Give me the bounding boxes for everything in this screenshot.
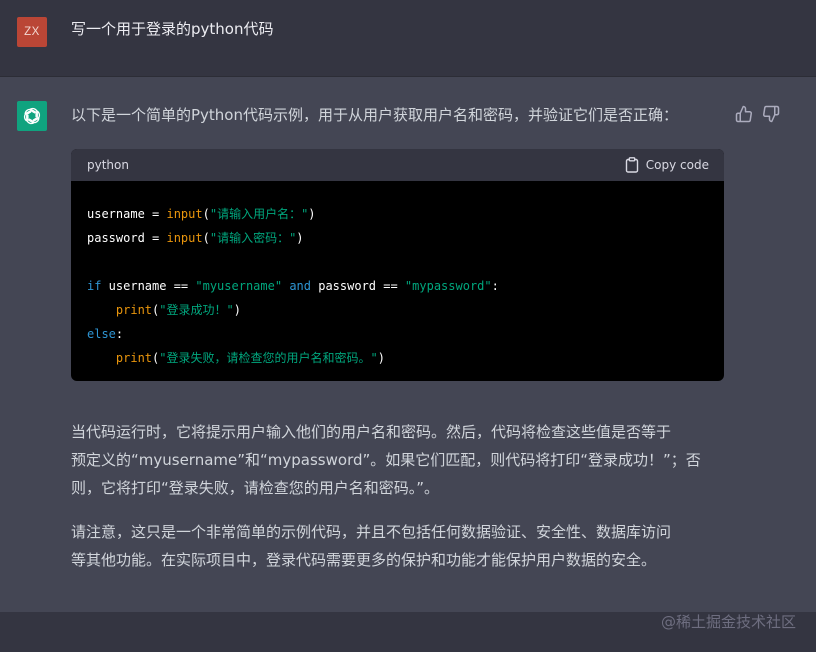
openai-logo-icon: [23, 107, 41, 125]
paragraph-line: 当代码运行时，它将提示用户输入他们的用户名和密码。然后，代码将检查这些值是否等于: [71, 423, 672, 441]
chat-page: ZX 写一个用于登录的python代码 以下是一个简单的Python代码示例，用…: [0, 0, 816, 652]
code-language-label: python: [87, 158, 129, 172]
paragraph-line: 则，它将打印“登录失败，请检查您的用户名和密码。”。: [71, 479, 440, 497]
assistant-intro-text: 以下是一个简单的Python代码示例，用于从用户获取用户名和密码，并验证它们是否…: [71, 106, 678, 124]
user-message-row: ZX 写一个用于登录的python代码: [0, 0, 816, 77]
thumbs-down-button[interactable]: [762, 105, 780, 123]
paragraph-line: 预定义的“myusername”和“mypassword”。如果它们匹配，则代码…: [71, 451, 701, 469]
assistant-avatar: [17, 101, 47, 131]
note-paragraph: 请注意，这只是一个非常简单的示例代码，并且不包括任何数据验证、安全性、数据库访问…: [71, 518, 731, 574]
explanation-paragraph: 当代码运行时，它将提示用户输入他们的用户名和密码。然后，代码将检查这些值是否等于…: [71, 418, 731, 502]
copy-code-button[interactable]: Copy code: [625, 156, 709, 174]
code-block: python Copy code username = input("请输入用户…: [71, 149, 724, 381]
watermark-text: @稀土掘金技术社区: [660, 613, 796, 631]
user-message-text: 写一个用于登录的python代码: [71, 20, 274, 38]
code-line: print("登录失败，请检查您的用户名和密码。"): [115, 351, 385, 365]
assistant-message-row: 以下是一个简单的Python代码示例，用于从用户获取用户名和密码，并验证它们是否…: [0, 77, 816, 612]
code-line: print("登录成功！"): [115, 303, 241, 317]
code-line: username = input("请输入用户名："): [87, 207, 316, 221]
thumbs-down-icon: [763, 105, 780, 123]
paragraph-line: 请注意，这只是一个非常简单的示例代码，并且不包括任何数据验证、安全性、数据库访问: [71, 523, 672, 541]
copy-code-label: Copy code: [645, 158, 709, 172]
thumbs-up-icon: [735, 105, 752, 123]
code-line: password = input("请输入密码："): [87, 231, 304, 245]
code-block-header: python Copy code: [71, 149, 724, 181]
code-body: username = input("请输入用户名：") password = i…: [71, 181, 724, 370]
paragraph-line: 等其他功能。在实际项目中，登录代码需要更多的保护和功能才能保护用户数据的安全。: [71, 551, 657, 569]
code-line: else:: [87, 327, 124, 341]
clipboard-icon: [625, 157, 638, 173]
thumbs-up-button[interactable]: [735, 105, 753, 123]
code-line: if username == "myusername" and password…: [87, 279, 499, 293]
user-avatar: ZX: [17, 17, 47, 47]
